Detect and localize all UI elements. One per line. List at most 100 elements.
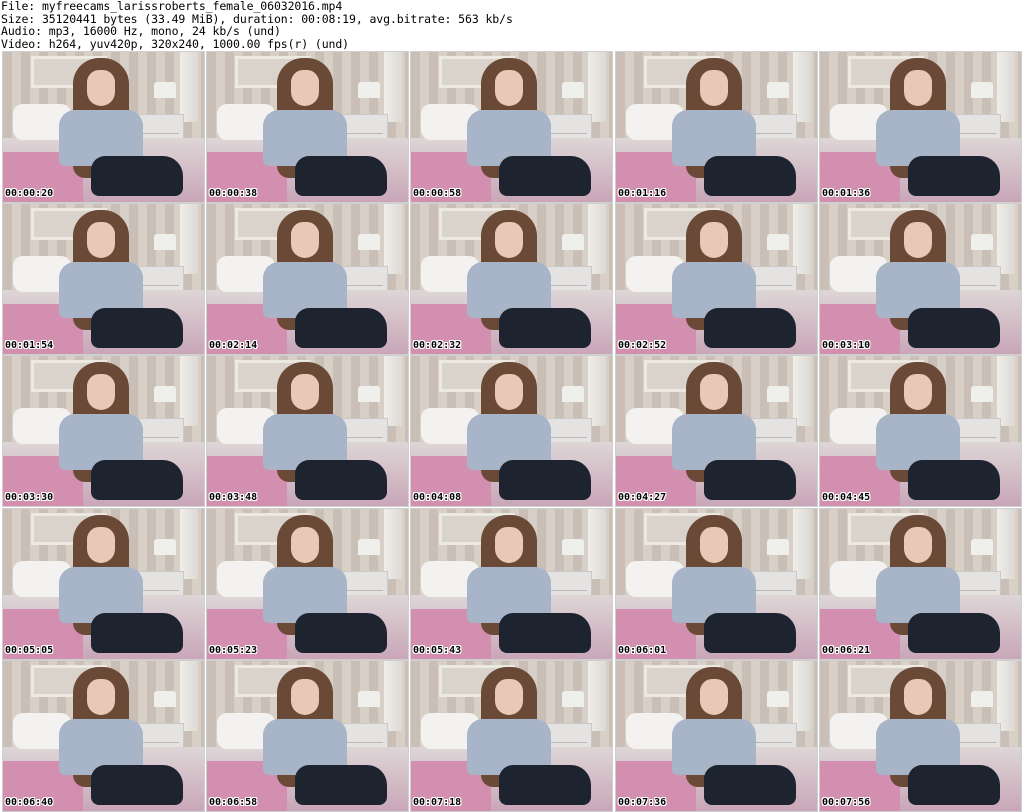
video-thumbnail: 00:07:36	[615, 660, 818, 812]
person-face	[495, 527, 523, 563]
video-thumbnail: 00:03:10	[819, 203, 1022, 355]
lamp	[767, 386, 789, 402]
curtain	[588, 661, 606, 731]
lamp	[767, 234, 789, 250]
person-face	[904, 527, 932, 563]
timestamp: 00:01:36	[822, 188, 871, 199]
curtain	[588, 509, 606, 579]
person-boots	[91, 613, 183, 653]
person-boots	[704, 156, 796, 196]
lamp	[154, 234, 176, 250]
video-thumbnail: 00:03:30	[2, 355, 205, 507]
person-boots	[91, 156, 183, 196]
person-boots	[499, 765, 591, 805]
timestamp: 00:02:52	[618, 340, 667, 351]
audio-info-line: Audio: mp3, 16000 Hz, mono, 24 kb/s (und…	[1, 24, 281, 38]
lamp	[767, 691, 789, 707]
curtain	[793, 356, 811, 426]
curtain	[997, 661, 1015, 731]
timestamp: 00:03:48	[209, 492, 258, 503]
person-boots	[91, 308, 183, 348]
timestamp: 00:01:54	[5, 340, 54, 351]
video-thumbnail: 00:04:45	[819, 355, 1022, 507]
timestamp: 00:04:27	[618, 492, 667, 503]
video-thumbnail: 00:07:18	[410, 660, 613, 812]
video-thumbnail: 00:00:20	[2, 51, 205, 203]
timestamp: 00:02:14	[209, 340, 258, 351]
person-boots	[499, 156, 591, 196]
person-boots	[704, 308, 796, 348]
video-thumbnail: 00:01:16	[615, 51, 818, 203]
curtain	[384, 204, 402, 274]
lamp	[971, 386, 993, 402]
curtain	[997, 52, 1015, 122]
person-boots	[499, 460, 591, 500]
video-thumbnail: 00:06:01	[615, 508, 818, 660]
person-face	[904, 374, 932, 410]
curtain	[384, 356, 402, 426]
person-face	[87, 222, 115, 258]
timestamp: 00:06:01	[618, 645, 667, 656]
lamp	[971, 234, 993, 250]
person-boots	[295, 308, 387, 348]
video-thumbnail: 00:04:27	[615, 355, 818, 507]
video-thumbnail: 00:04:08	[410, 355, 613, 507]
timestamp: 00:07:36	[618, 797, 667, 808]
timestamp: 00:06:58	[209, 797, 258, 808]
person-face	[87, 70, 115, 106]
thumbnail-grid: 00:00:20 00:00:38 00:00:58 00:01:16 00:01:36…	[0, 51, 1024, 812]
person-face	[700, 374, 728, 410]
curtain	[997, 204, 1015, 274]
curtain	[793, 204, 811, 274]
lamp	[358, 386, 380, 402]
person-face	[700, 222, 728, 258]
video-thumbnail: 00:05:23	[206, 508, 409, 660]
timestamp: 00:04:45	[822, 492, 871, 503]
curtain	[180, 509, 198, 579]
person-boots	[499, 613, 591, 653]
curtain	[180, 52, 198, 122]
video-info-line: Video: h264, yuv420p, 320x240, 1000.00 f…	[1, 36, 350, 51]
lamp	[767, 539, 789, 555]
person-face	[87, 679, 115, 715]
person-face	[904, 679, 932, 715]
curtain	[997, 509, 1015, 579]
timestamp: 00:07:18	[413, 797, 462, 808]
timestamp: 00:05:05	[5, 645, 54, 656]
video-thumbnail: 00:06:40	[2, 660, 205, 812]
timestamp: 00:00:20	[5, 188, 54, 199]
person-face	[291, 374, 319, 410]
timestamp: 00:06:21	[822, 645, 871, 656]
timestamp: 00:04:08	[413, 492, 462, 503]
video-thumbnail: 00:06:58	[206, 660, 409, 812]
person-face	[495, 70, 523, 106]
person-face	[291, 70, 319, 106]
video-thumbnail: 00:02:52	[615, 203, 818, 355]
timestamp: 00:06:40	[5, 797, 54, 808]
curtain	[588, 204, 606, 274]
lamp	[154, 386, 176, 402]
curtain	[793, 661, 811, 731]
video-thumbnail: 00:00:58	[410, 51, 613, 203]
person-boots	[91, 460, 183, 500]
person-face	[87, 374, 115, 410]
person-face	[291, 222, 319, 258]
timestamp: 00:07:56	[822, 797, 871, 808]
lamp	[971, 691, 993, 707]
person-face	[291, 679, 319, 715]
person-boots	[295, 156, 387, 196]
timestamp: 00:00:58	[413, 188, 462, 199]
timestamp: 00:00:38	[209, 188, 258, 199]
curtain	[588, 52, 606, 122]
video-thumbnail: 00:02:14	[206, 203, 409, 355]
person-boots	[295, 765, 387, 805]
lamp	[154, 82, 176, 98]
video-thumbnail: 00:01:54	[2, 203, 205, 355]
person-boots	[704, 460, 796, 500]
curtain	[793, 509, 811, 579]
person-boots	[704, 613, 796, 653]
lamp	[562, 386, 584, 402]
timestamp: 00:01:16	[618, 188, 667, 199]
person-face	[700, 527, 728, 563]
video-thumbnail: 00:07:56	[819, 660, 1022, 812]
